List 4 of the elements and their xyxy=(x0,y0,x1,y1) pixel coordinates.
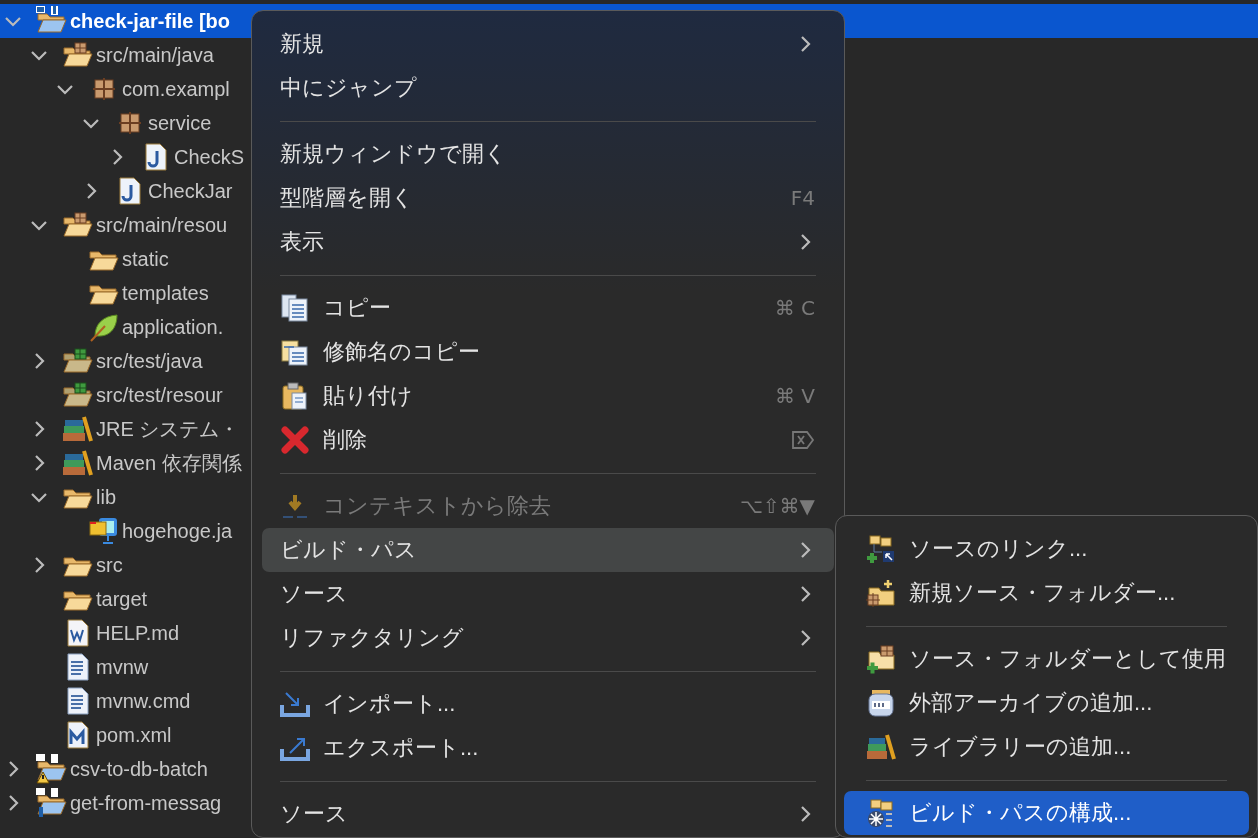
shortcut-label: ⌘ C xyxy=(774,295,815,322)
shortcut-label: F4 xyxy=(790,185,815,212)
shortcut-label: ⌘ V xyxy=(774,383,815,410)
shortcut-label: ⌥⇧⌘▼ xyxy=(739,493,815,520)
